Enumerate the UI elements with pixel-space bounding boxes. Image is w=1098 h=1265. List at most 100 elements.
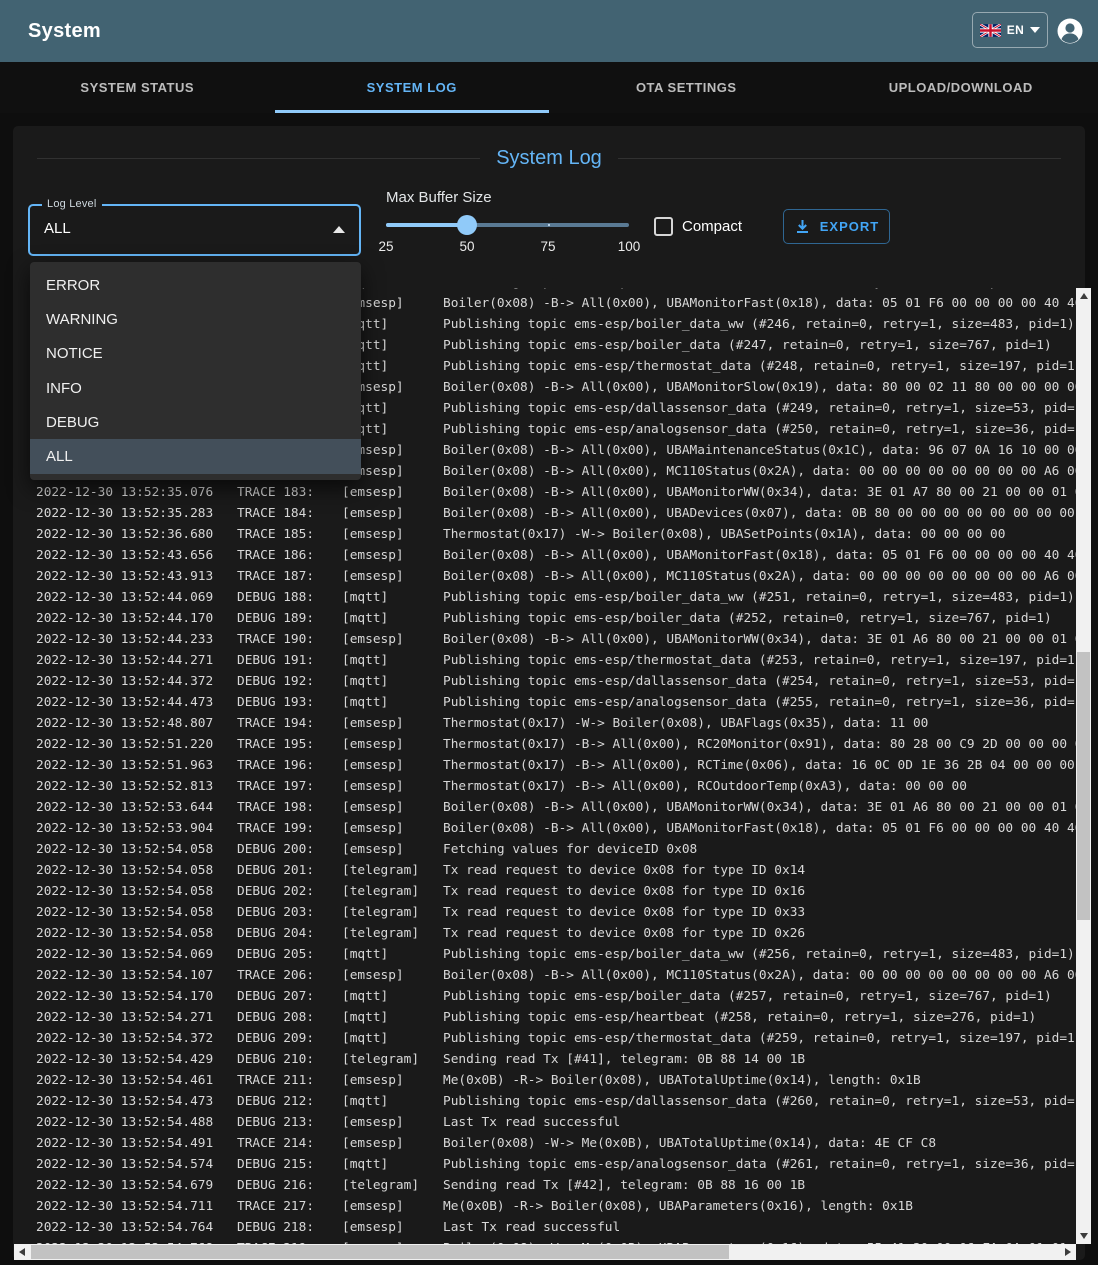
log-level-id: DEBUG 189: <box>237 608 342 629</box>
log-row: 2022-12-30 13:52:44.372DEBUG 192:[mqtt]P… <box>14 671 1076 692</box>
log-level-select[interactable]: Log Level ALL <box>28 204 361 256</box>
log-message: Tx read request to device 0x08 for type … <box>443 860 1076 881</box>
log-timestamp: 2022-12-30 13:52:54.058 <box>36 881 237 902</box>
menu-item-debug[interactable]: DEBUG <box>30 405 361 439</box>
log-message: Thermostat(0x17) -B-> All(0x00), RCTime(… <box>443 755 1076 776</box>
log-timestamp: 2022-12-30 13:52:54.058 <box>36 860 237 881</box>
horizontal-scrollbar[interactable] <box>14 1244 1076 1260</box>
menu-item-error[interactable]: ERROR <box>30 268 361 302</box>
log-timestamp: 2022-12-30 13:52:54.271 <box>36 1007 237 1028</box>
log-level-id: TRACE 195: <box>237 734 342 755</box>
log-row: 2022-12-30 13:52:54.271DEBUG 208:[mqtt]P… <box>14 1007 1076 1028</box>
account-button[interactable] <box>1056 17 1084 45</box>
log-message: Tx read request to device 0x08 for type … <box>443 923 1076 944</box>
log-source: [emsesp] <box>342 1133 443 1154</box>
log-message: Publishing topic ems-esp/dallassensor_da… <box>443 1091 1076 1112</box>
log-row: 2022-12-30 13:52:51.220TRACE 195:[emsesp… <box>14 734 1076 755</box>
log-message: Boiler(0x08) -B-> All(0x00), UBAMonitorF… <box>443 545 1076 566</box>
log-row: 2022-12-30 13:52:54.488DEBUG 213:[emsesp… <box>14 1112 1076 1133</box>
log-message: Thermostat(0x17) -W-> Boiler(0x08), UBAF… <box>443 713 1076 734</box>
log-message: Last Tx read successful <box>443 1217 1076 1238</box>
log-source: [mqtt] <box>342 986 443 1007</box>
scroll-up-button[interactable] <box>1076 288 1091 304</box>
app-bar: System EN <box>0 0 1098 62</box>
scroll-down-button[interactable] <box>1076 1228 1091 1244</box>
language-selector[interactable]: EN <box>972 12 1048 48</box>
log-timestamp: 2022-12-30 13:52:54.372 <box>36 1028 237 1049</box>
log-message: Sending read Tx [#41], telegram: 0B 88 1… <box>443 1049 1076 1070</box>
tab-system-status[interactable]: SYSTEM STATUS <box>0 62 275 113</box>
log-timestamp: 2022-12-30 13:52:43.656 <box>36 545 237 566</box>
tab-upload-download[interactable]: UPLOAD/DOWNLOAD <box>824 62 1098 113</box>
log-timestamp: 2022-12-30 13:52:54.679 <box>36 1175 237 1196</box>
log-level-id: DEBUG 192: <box>237 671 342 692</box>
log-timestamp: 2022-12-30 13:52:36.680 <box>36 524 237 545</box>
log-level-id: TRACE 197: <box>237 776 342 797</box>
log-message: Sending read Tx [#42], telegram: 0B 88 1… <box>443 1175 1076 1196</box>
log-level-id: DEBUG 188: <box>237 587 342 608</box>
tab-bar: SYSTEM STATUSSYSTEM LOGOTA SETTINGSUPLOA… <box>0 62 1098 113</box>
log-timestamp: 2022-12-30 13:52:48.807 <box>36 713 237 734</box>
buffer-size-slider[interactable] <box>386 215 629 235</box>
slider-thumb[interactable] <box>457 215 477 235</box>
log-source: [mqtt] <box>342 1007 443 1028</box>
log-timestamp: 2022-12-30 13:52:54.058 <box>36 923 237 944</box>
log-source: [emsesp] <box>342 1217 443 1238</box>
log-timestamp: 2022-12-30 13:52:44.372 <box>36 671 237 692</box>
export-button[interactable]: EXPORT <box>783 209 890 244</box>
compact-checkbox[interactable] <box>654 217 673 236</box>
log-row: 2022-12-30 13:52:54.058DEBUG 200:[emsesp… <box>14 839 1076 860</box>
log-timestamp: 2022-12-30 13:52:54.429 <box>36 1049 237 1070</box>
log-row: 2022-12-30 13:52:44.170DEBUG 189:[mqtt]P… <box>14 608 1076 629</box>
account-icon <box>1056 17 1084 45</box>
log-row: 2022-12-30 13:52:53.644TRACE 198:[emsesp… <box>14 797 1076 818</box>
log-source: [emsesp] <box>342 1070 443 1091</box>
log-message: Publishing topic ems-esp/boiler_data_ww … <box>443 944 1076 965</box>
log-level-id: TRACE 185: <box>237 524 342 545</box>
log-level-menu: ERRORWARNINGNOTICEINFODEBUGALL <box>30 262 361 480</box>
log-row: 2022-12-30 13:52:36.680TRACE 185:[emsesp… <box>14 524 1076 545</box>
log-message: Thermostat(0x17) -B-> All(0x00), RC20Mon… <box>443 734 1076 755</box>
log-level-id: TRACE 211: <box>237 1070 342 1091</box>
log-message: Boiler(0x08) -B-> All(0x00), UBAMaintena… <box>443 440 1076 461</box>
scroll-right-button[interactable] <box>1060 1244 1076 1260</box>
download-icon <box>794 218 811 235</box>
log-row: 2022-12-30 13:52:54.058DEBUG 203:[telegr… <box>14 902 1076 923</box>
log-timestamp: 2022-12-30 13:52:53.904 <box>36 818 237 839</box>
slider-mark <box>548 224 550 226</box>
menu-item-warning[interactable]: WARNING <box>30 302 361 336</box>
log-message: Tx read request to device 0x08 for type … <box>443 902 1076 923</box>
log-source: [emsesp] <box>342 734 443 755</box>
log-row: 2022-12-30 13:52:54.711TRACE 217:[emsesp… <box>14 1196 1076 1217</box>
horizontal-scroll-thumb[interactable] <box>31 1245 729 1259</box>
scroll-left-button[interactable] <box>14 1244 30 1260</box>
log-source: [telegram] <box>342 881 443 902</box>
buffer-size-label: Max Buffer Size <box>386 189 492 206</box>
log-timestamp: 2022-12-30 13:52:44.069 <box>36 587 237 608</box>
log-message: Boiler(0x08) -B-> All(0x00), UBAMonitorF… <box>443 293 1076 314</box>
tab-ota-settings[interactable]: OTA SETTINGS <box>549 62 824 113</box>
log-message: Boiler(0x08) -B-> All(0x00), UBAMonitorW… <box>443 629 1076 650</box>
log-level-id: TRACE 186: <box>237 545 342 566</box>
log-message: Publishing topic ems-esp/analogsensor_da… <box>443 692 1076 713</box>
menu-item-notice[interactable]: NOTICE <box>30 337 361 371</box>
menu-item-info[interactable]: INFO <box>30 371 361 405</box>
log-row: 2022-12-30 13:52:54.491TRACE 214:[emsesp… <box>14 1133 1076 1154</box>
menu-item-all[interactable]: ALL <box>30 439 361 473</box>
log-row: 2022-12-30 13:52:54.170DEBUG 207:[mqtt]P… <box>14 986 1076 1007</box>
vertical-scroll-thumb[interactable] <box>1077 652 1090 920</box>
log-message: Me(0x0B) -R-> Boiler(0x08), UBATotalUpti… <box>443 1070 1076 1091</box>
log-message: Publishing topic ems-esp/boiler_data_ww … <box>443 314 1076 335</box>
slider-scale: 255075100 <box>386 239 629 255</box>
vertical-scrollbar[interactable] <box>1076 288 1091 1244</box>
log-level-id: TRACE 183: <box>237 482 342 503</box>
log-level-value: ALL <box>44 220 71 237</box>
tab-system-log[interactable]: SYSTEM LOG <box>275 62 550 113</box>
log-source: [mqtt] <box>342 692 443 713</box>
log-level-id: DEBUG 203: <box>237 902 342 923</box>
section-header: System Log <box>37 146 1061 170</box>
log-level-label: Log Level <box>42 198 102 210</box>
log-message: Publishing topic ems-esp/thermostat_data… <box>443 1028 1076 1049</box>
log-level-id: DEBUG 209: <box>237 1028 342 1049</box>
log-source: [emsesp] <box>342 818 443 839</box>
